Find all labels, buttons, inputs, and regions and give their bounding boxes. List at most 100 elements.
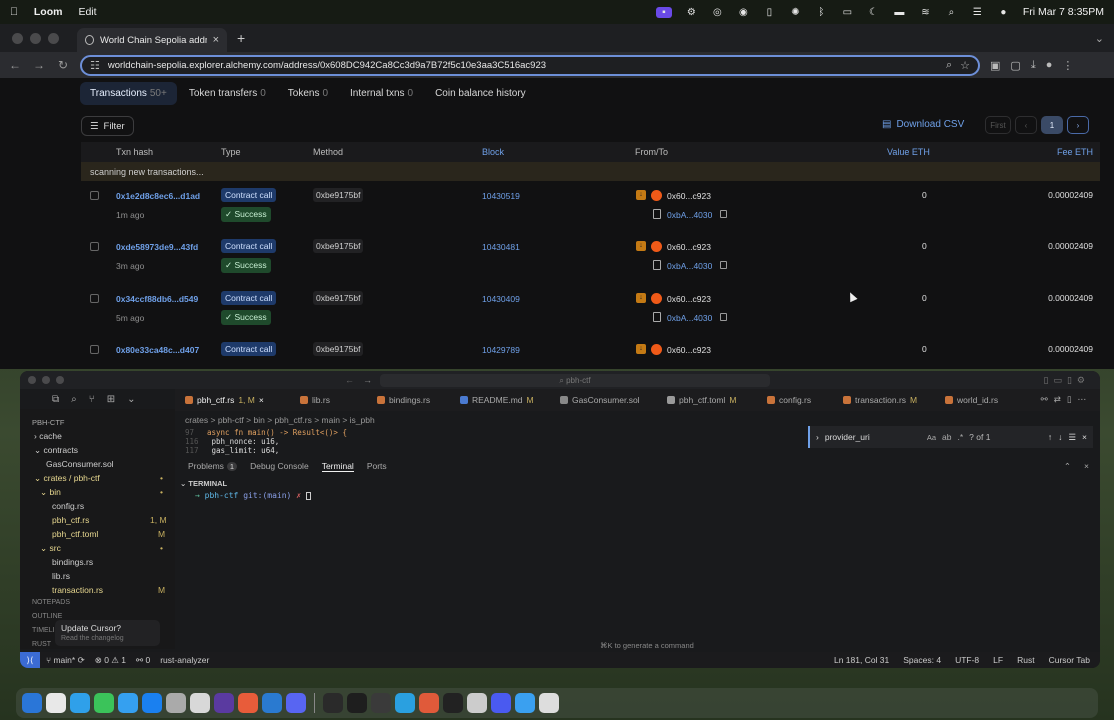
panel-tab-terminal[interactable]: Terminal — [321, 461, 354, 472]
close-window-button[interactable] — [12, 32, 23, 44]
tree-item[interactable]: lib.rs — [52, 571, 202, 581]
tab-internal-txns[interactable]: Internal txns 0 — [340, 82, 423, 105]
new-tab-button[interactable]: + — [237, 30, 245, 46]
sidepanel-icon[interactable]: ▢ — [1010, 59, 1020, 72]
from-address[interactable]: 0x60...c923 — [667, 294, 711, 304]
dock-app-icon[interactable] — [70, 693, 90, 713]
dock-app-icon[interactable] — [214, 693, 234, 713]
maximize-panel-icon[interactable]: ⌃ — [1064, 461, 1071, 472]
status-problems[interactable]: ⊗ 0 ⚠ 1 — [95, 655, 126, 666]
minimize-window-button[interactable] — [42, 376, 50, 384]
previous-match-icon[interactable]: ↑ — [1048, 432, 1052, 442]
copy-icon[interactable] — [720, 261, 727, 269]
profile-icon[interactable]: ● — [1046, 59, 1053, 71]
reload-button[interactable]: ↻ — [56, 58, 70, 72]
settings-icon[interactable]: ⚙ — [685, 7, 698, 18]
battery-menu-icon[interactable]: ▯ — [763, 7, 776, 18]
first-page-button[interactable]: First — [985, 116, 1011, 134]
menubar-clock[interactable]: Fri Mar 7 8:35PM — [1023, 6, 1104, 18]
explorer-root[interactable]: PBH-CTF — [32, 418, 65, 427]
files-icon[interactable]: ⧉ — [52, 394, 59, 405]
regex-toggle-icon[interactable]: .* — [958, 432, 964, 442]
dock-app-icon[interactable] — [395, 693, 415, 713]
txn-hash-link[interactable]: 0x1e2d8c8ec6...d1ad — [116, 191, 200, 201]
globe-icon[interactable]: ◎ — [711, 7, 724, 18]
source-control-icon[interactable]: ⑂ — [89, 394, 95, 405]
status-ports[interactable]: ⚯ 0 — [136, 655, 150, 666]
focus-moon-icon[interactable]: ☾ — [867, 7, 880, 18]
zoom-icon[interactable]: ⌕ — [946, 59, 952, 72]
from-address[interactable]: 0x60...c923 — [667, 191, 711, 201]
status-language-server[interactable]: rust-analyzer — [160, 655, 209, 665]
editor-tab-pbh-ctf-rs[interactable]: pbh_ctf.rs 1, M × — [185, 395, 264, 405]
editor-tab-pbh-ctf-toml[interactable]: pbh_ctf.toml M — [667, 395, 736, 405]
breadcrumb[interactable]: crates > pbh-ctf > bin > pbh_ctf.rs > ma… — [185, 415, 375, 425]
match-case-toggle[interactable]: Aa — [927, 433, 936, 442]
display-icon[interactable]: ▭ — [841, 7, 854, 18]
tree-item[interactable]: pbh_ctf.rs 1, M — [52, 515, 202, 525]
chat-icon[interactable]: ◉ — [737, 7, 750, 18]
minimize-window-button[interactable] — [30, 32, 41, 44]
row-expand-icon[interactable] — [90, 345, 99, 354]
command-center-search[interactable]: ⌕ pbh-ctf — [380, 374, 770, 387]
dock-app-icon[interactable] — [347, 693, 367, 713]
block-link[interactable]: 10429789 — [482, 345, 520, 355]
status-position[interactable]: Ln 181, Col 31 — [834, 655, 889, 665]
status-cursor-tab[interactable]: Cursor Tab — [1049, 655, 1090, 665]
chevron-down-icon[interactable]: ⌄ — [127, 394, 135, 405]
block-link[interactable]: 10430519 — [482, 191, 520, 201]
to-address-link[interactable]: 0xbA...4030 — [667, 210, 712, 220]
download-csv-link[interactable]: ▤ Download CSV — [882, 119, 964, 130]
dock-app-icon[interactable] — [238, 693, 258, 713]
extensions-icon[interactable]: ⊞ — [107, 394, 115, 405]
section-notepads[interactable]: NOTEPADS — [32, 599, 70, 606]
bookmark-star-icon[interactable]: ☆ — [960, 59, 970, 72]
close-window-button[interactable] — [28, 376, 36, 384]
dock-app-icon[interactable] — [539, 693, 559, 713]
tab-tokens[interactable]: Tokens 0 — [278, 82, 338, 105]
site-info-icon[interactable]: ☷ — [90, 59, 100, 72]
zoom-window-button[interactable] — [56, 376, 64, 384]
dock-app-icon[interactable] — [190, 693, 210, 713]
row-expand-icon[interactable] — [90, 242, 99, 251]
tab-list-chevron-icon[interactable]: ⌄ — [1095, 32, 1104, 45]
url-bar[interactable]: ☷ worldchain-sepolia.explorer.alchemy.co… — [80, 54, 980, 76]
close-panel-icon[interactable]: × — [1084, 461, 1089, 471]
editor-tab-world-id-rs[interactable]: world_id.rs — [945, 395, 998, 405]
tree-item[interactable]: pbh_ctf.toml M — [52, 529, 202, 539]
sun-icon[interactable]: ✺ — [789, 7, 802, 18]
update-cursor-notification[interactable]: Update Cursor? Read the changelog — [55, 620, 160, 646]
to-address-link[interactable]: 0xbA...4030 — [667, 313, 712, 323]
copy-icon[interactable] — [720, 313, 727, 321]
spotlight-search-icon[interactable]: ⌕ — [945, 7, 958, 18]
status-encoding[interactable]: UTF-8 — [955, 655, 979, 665]
terminal-section-header[interactable]: ⌄ TERMINAL — [180, 479, 227, 488]
next-page-button[interactable]: › — [1067, 116, 1089, 134]
close-icon[interactable]: × — [213, 34, 219, 46]
remote-indicator-icon[interactable]: ⟩⟨ — [20, 652, 40, 668]
dock-app-icon[interactable] — [94, 693, 114, 713]
update-changelog-link[interactable]: Read the changelog — [61, 635, 154, 642]
status-eol[interactable]: LF — [993, 655, 1003, 665]
panel-tab-problems[interactable]: Problems 1 — [188, 461, 238, 471]
wifi-icon[interactable]: ≋ — [919, 7, 932, 18]
editor-tab-gasconsumer[interactable]: GasConsumer.sol — [560, 395, 640, 405]
back-button[interactable]: ← — [8, 58, 22, 72]
tab-transactions[interactable]: Transactions 50+ — [80, 81, 177, 105]
tree-item[interactable]: ⌄ src • — [40, 543, 190, 554]
tab-coin-balance-history[interactable]: Coin balance history — [425, 82, 536, 105]
siri-icon[interactable]: ● — [997, 7, 1010, 18]
editor-tab-lib-rs[interactable]: lib.rs — [300, 395, 330, 405]
tree-item[interactable]: config.rs — [52, 501, 202, 511]
panel-tab-debug-console[interactable]: Debug Console — [250, 461, 309, 471]
section-outline[interactable]: OUTLINE — [32, 613, 62, 620]
dock-app-icon[interactable] — [491, 693, 511, 713]
next-match-icon[interactable]: ↓ — [1058, 432, 1062, 442]
find-in-selection-icon[interactable]: ☰ — [1068, 432, 1076, 443]
editor-tab-readme[interactable]: README.md M — [460, 395, 534, 405]
dock-app-icon[interactable] — [118, 693, 138, 713]
forward-button[interactable]: → — [32, 58, 46, 72]
dock-app-icon[interactable] — [286, 693, 306, 713]
dock-app-icon[interactable] — [166, 693, 186, 713]
close-icon[interactable]: × — [1082, 432, 1087, 442]
